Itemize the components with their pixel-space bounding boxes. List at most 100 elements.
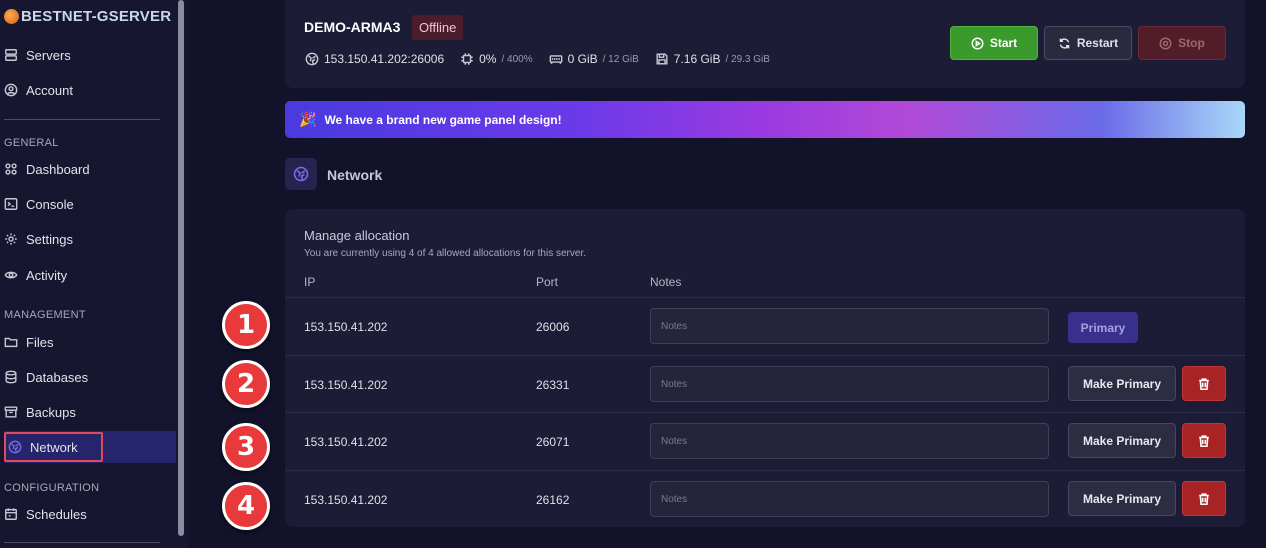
party-popper-icon: 🎉 [299,111,317,127]
make-primary-button[interactable]: Make Primary [1068,423,1176,458]
sidebar-divider [4,542,160,543]
database-icon [5,370,17,384]
table-row: 153.150.41.202 26006 Primary [285,297,1245,355]
sidebar-scrollbar[interactable] [178,0,184,536]
stop-button[interactable]: Stop [1138,26,1226,60]
sidebar-item-label: Files [26,334,54,350]
allocations-title: Manage allocation [304,228,410,243]
column-header-port: Port [536,275,559,289]
table-row: 153.150.41.202 26331 Make Primary [285,355,1245,413]
trash-icon [1199,434,1209,447]
table-row: 153.150.41.202 26162 Make Primary [285,470,1245,528]
allocations-subtitle: You are currently using 4 of 4 allowed a… [304,248,587,259]
sidebar-divider [4,119,160,120]
sidebar-item-settings[interactable]: Settings [4,228,73,250]
memory-limit: / 12 GiB [602,53,639,65]
restart-button-label: Restart [1076,36,1119,50]
announcement-banner[interactable]: 🎉 We have a brand new game panel design! [285,101,1245,138]
memory-value: 0 GiB [567,52,598,66]
sidebar-item-servers[interactable]: Servers [4,44,71,66]
sidebar: BESTNET-GSERVER Servers Account GENERAL … [0,0,188,548]
allocations-card: Manage allocation You are currently usin… [285,209,1245,527]
table-row: 153.150.41.202 26071 Make Primary [285,412,1245,470]
start-button-label: Start [989,36,1018,50]
restart-button[interactable]: Restart [1044,26,1132,60]
section-configuration: CONFIGURATION [4,482,100,494]
sidebar-item-label: Network [30,439,78,455]
stop-button-label: Stop [1178,36,1205,50]
column-header-notes: Notes [650,275,682,289]
trash-icon [1199,492,1209,505]
section-icon [285,158,317,190]
sidebar-item-label: Account [26,82,73,98]
primary-button[interactable]: Primary [1068,312,1138,343]
restart-icon [1059,37,1070,49]
disk-value: 7.16 GiB [673,52,721,66]
sidebar-item-label: Activity [26,267,68,283]
gear-icon [5,233,17,245]
disk-icon [656,53,668,65]
sidebar-item-network[interactable]: Network [8,436,78,458]
allocation-ip: 153.150.41.202 [304,435,388,449]
cpu-value: 0% [479,52,497,66]
stat-address: 153.150.41.202:26006 [305,52,444,66]
sidebar-item-console[interactable]: Console [4,193,74,215]
folder-icon [4,337,18,348]
server-address: 153.150.41.202:26006 [324,52,445,66]
memory-icon [549,55,562,64]
console-icon [4,198,18,210]
sidebar-item-schedules[interactable]: Schedules [4,503,87,525]
annotation-badge-4: 4 [222,482,270,530]
allocation-ip: 153.150.41.202 [304,493,388,507]
sidebar-item-label: Backups [26,404,76,420]
column-header-ip: IP [304,275,316,289]
notes-input[interactable] [650,366,1049,402]
dashboard-icon [5,163,17,175]
status-badge: Offline [412,15,464,40]
server-header-card: DEMO-ARMA3 Offline 153.150.41.202:26006 … [285,0,1245,88]
sidebar-item-account[interactable]: Account [4,79,73,101]
stat-disk: 7.16 GiB / 29.3 GiB [655,52,770,66]
sidebar-item-databases[interactable]: Databases [4,366,88,388]
sidebar-item-files[interactable]: Files [4,331,53,353]
sidebar-item-activity[interactable]: Activity [4,264,67,286]
allocation-port: 26162 [536,493,570,507]
notes-input[interactable] [650,481,1049,517]
sidebar-item-label: Dashboard [26,161,90,177]
sidebar-item-label: Console [26,196,74,212]
delete-button[interactable] [1182,366,1226,401]
allocation-ip: 153.150.41.202 [304,378,388,392]
sidebar-item-label: Schedules [26,506,87,522]
server-name: DEMO-ARMA3 [304,19,401,35]
stat-cpu: 0% / 400% [460,52,533,66]
sidebar-item-backups[interactable]: Backups [4,401,76,423]
notes-input[interactable] [650,308,1049,344]
stop-icon [1159,36,1172,50]
banner-text: We have a brand new game panel design! [324,112,562,127]
sidebar-item-label: Settings [26,231,73,247]
eye-icon [4,271,18,279]
section-management: MANAGEMENT [4,309,86,321]
section-general: GENERAL [4,137,59,149]
brand-logo-icon [4,8,19,24]
make-primary-button[interactable]: Make Primary [1068,481,1176,516]
annotation-badge-1: 1 [222,301,270,349]
server-stats: 153.150.41.202:26006 0% / 400% 0 GiB / 1… [305,52,786,66]
network-icon [305,52,319,66]
page-title: Network [327,167,383,183]
notes-input[interactable] [650,423,1049,459]
sidebar-item-label: Databases [26,369,89,385]
make-primary-button[interactable]: Make Primary [1068,366,1176,401]
trash-icon [1199,377,1209,390]
brand-name: BESTNET-GSERVER [21,7,172,25]
delete-button[interactable] [1182,423,1226,458]
sidebar-item-label: Servers [26,47,71,63]
annotation-badge-3: 3 [222,423,270,471]
start-button[interactable]: Start [950,26,1038,60]
sidebar-item-dashboard[interactable]: Dashboard [4,158,90,180]
account-icon [4,83,18,97]
disk-limit: / 29.3 GiB [725,53,770,65]
brand-logo[interactable]: BESTNET-GSERVER [4,6,171,26]
stat-memory: 0 GiB / 12 GiB [549,52,639,66]
delete-button[interactable] [1182,481,1226,516]
